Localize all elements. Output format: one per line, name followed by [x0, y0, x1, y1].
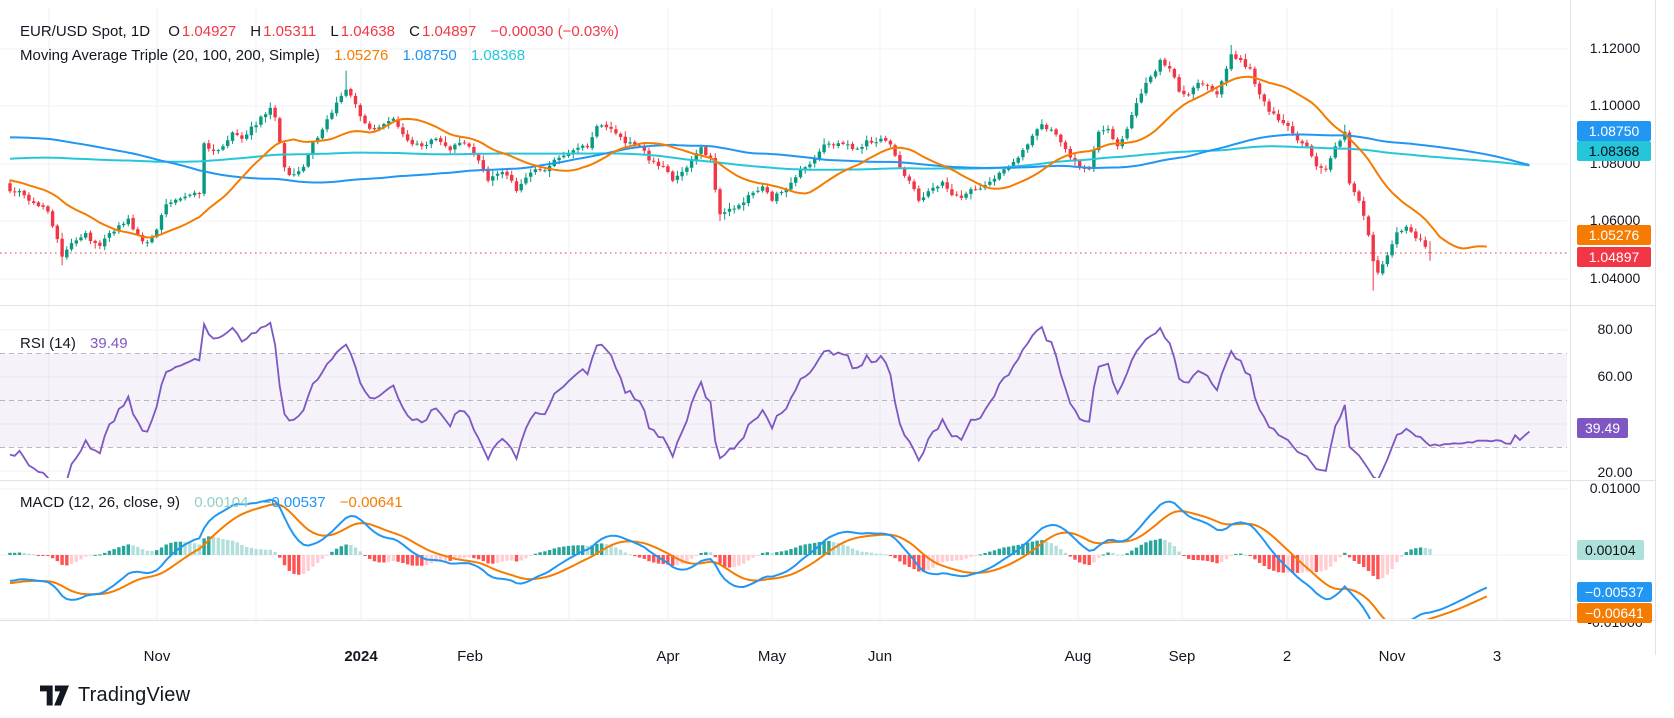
price-axis-tick: 1.12000 — [1589, 40, 1641, 56]
time-axis-label: 2024 — [344, 648, 378, 665]
axis-value-badge: 1.05276 — [1577, 225, 1651, 245]
tradingview-logo-icon — [40, 685, 69, 706]
macd-label: MACD (12, 26, close, 9) — [20, 494, 181, 511]
macd-legend[interactable]: MACD (12, 26, close, 9) 0.00104 −0.00537… — [20, 494, 403, 511]
time-axis-label: Nov — [143, 648, 171, 665]
tradingview-logo[interactable]: TradingView — [40, 684, 190, 707]
ohlc-open-value: 1.04927 — [181, 23, 237, 40]
change-value: −0.00030 (−0.03%) — [490, 23, 619, 40]
main-pane — [0, 45, 1567, 291]
axis-value-badge: 1.08368 — [1577, 141, 1651, 161]
chart-canvas[interactable] — [0, 0, 1674, 718]
ma200-value: 1.08368 — [470, 47, 526, 64]
axis-value-badge: 1.04897 — [1577, 247, 1651, 267]
ma200-line — [9, 145, 1530, 171]
time-axis-label: May — [757, 648, 787, 665]
price-scale[interactable] — [1570, 0, 1674, 620]
axis-value-badge: 1.08750 — [1577, 121, 1651, 141]
time-axis-label: Apr — [656, 648, 680, 665]
axis-value-badge: −0.00641 — [1577, 603, 1652, 623]
ohlc-low-letter: L — [330, 23, 339, 40]
price-axis-tick: 20.00 — [1597, 464, 1633, 480]
price-axis-tick: 80.00 — [1597, 321, 1633, 337]
time-axis-label: 3 — [1492, 648, 1502, 665]
rsi-pane — [0, 321, 1567, 478]
time-axis-label: Feb — [457, 648, 483, 665]
ma100-value: 1.08750 — [402, 47, 457, 64]
ohlc-open-letter: O — [168, 23, 180, 40]
symbol-title: EUR/USD Spot, 1D — [20, 23, 151, 40]
rsi-legend[interactable]: RSI (14) 39.49 — [20, 335, 128, 352]
rsi-value: 39.49 — [90, 335, 128, 352]
tradingview-logo-text: TradingView — [78, 684, 191, 706]
time-axis-label: Nov — [1378, 648, 1406, 665]
ohlc-close-value: 1.04897 — [422, 23, 477, 40]
price-axis-tick: 60.00 — [1597, 368, 1633, 384]
axis-value-badge: 0.00104 — [1577, 540, 1644, 560]
axis-value-badge: 39.49 — [1577, 418, 1629, 438]
symbol-legend[interactable]: EUR/USD Spot, 1D O 1.04927 H 1.05311 L 1.04… — [20, 23, 619, 40]
ma20-value: 1.05276 — [334, 47, 389, 64]
ma-legend[interactable]: Moving Average Triple (20, 100, 200, Sim… — [20, 47, 525, 64]
price-axis-tick: 1.10000 — [1589, 97, 1641, 113]
macd-line-value: −0.00537 — [262, 494, 326, 511]
time-axis-label: Aug — [1064, 648, 1092, 665]
ohlc-close-letter: C — [409, 23, 421, 40]
ohlc-low-value: 1.04638 — [340, 23, 395, 40]
price-axis-tick: 0.01000 — [1589, 480, 1641, 496]
rsi-label: RSI (14) — [20, 335, 76, 352]
macd-hist-value: 0.00104 — [194, 494, 249, 511]
ma20-line — [9, 75, 1487, 250]
ohlc-high-value: 1.05311 — [263, 23, 317, 40]
ohlc-high-letter: H — [250, 23, 262, 40]
price-axis-tick: 1.04000 — [1589, 270, 1641, 286]
axis-value-badge: −0.00537 — [1577, 582, 1652, 602]
time-axis-label: 2 — [1282, 648, 1292, 665]
time-axis-label: Sep — [1168, 648, 1196, 665]
tradingview-chart-window: EUR/USD Spot, 1D O 1.04927 H 1.05311 L 1.04… — [0, 0, 1674, 718]
ma-label: Moving Average Triple (20, 100, 200, Sim… — [20, 47, 320, 64]
macd-signal-value: −0.00641 — [339, 494, 403, 511]
time-axis-label: Jun — [867, 648, 893, 665]
